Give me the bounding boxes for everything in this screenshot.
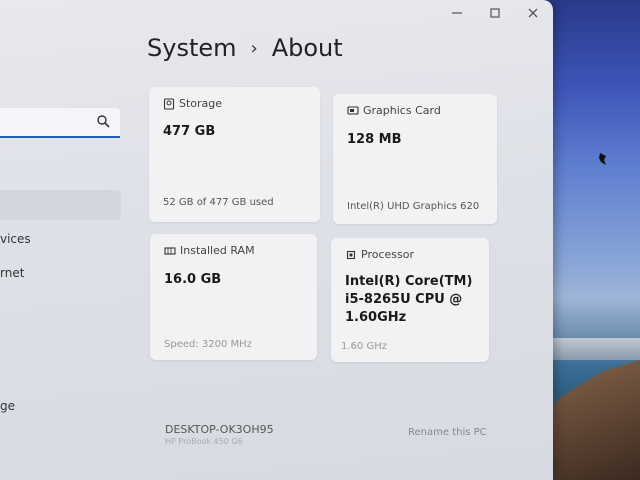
storage-label: Storage [179, 97, 223, 110]
maximize-icon [490, 8, 500, 18]
processor-icon [346, 250, 356, 260]
page-title: About [271, 34, 343, 62]
installed-ram-value: 16.0 GB [164, 272, 222, 287]
graphics-card-label: Graphics Card [363, 104, 441, 117]
graphics-card-value: 128 MB [347, 132, 402, 147]
device-name: DESKTOP-OK3OH95 [165, 423, 274, 436]
sidebar-item-selected[interactable] [0, 190, 121, 220]
storage-card[interactable]: Storage 477 GB 52 GB of 477 GB used [149, 87, 320, 222]
breadcrumb-parent[interactable]: System [147, 34, 237, 62]
sidebar-item-devices[interactable]: vices [0, 232, 31, 246]
breadcrumb-separator: › [250, 37, 258, 59]
close-icon [528, 8, 538, 18]
processor-label: Processor [361, 248, 414, 261]
graphics-card-card[interactable]: Graphics Card 128 MB Intel(R) UHD Graphi… [333, 94, 497, 224]
processor-detail: 1.60 GHz [341, 341, 387, 352]
installed-ram-label: Installed RAM [180, 244, 255, 257]
sidebar-item-internet[interactable]: rnet [0, 266, 24, 280]
processor-value-line-3: 1.60GHz [345, 310, 407, 325]
processor-card[interactable]: Processor Intel(R) Core(TM) i5-8265U CPU… [331, 238, 489, 362]
breadcrumb: System › About [147, 34, 343, 62]
ram-icon [164, 247, 176, 255]
close-button[interactable] [525, 6, 541, 22]
window-controls [449, 6, 541, 22]
processor-value-line-2: i5-8265U CPU @ [345, 292, 463, 307]
sidebar-item-language[interactable]: ge [0, 399, 15, 413]
settings-window: vices rnet ge System › About Storage 477… [0, 0, 553, 480]
storage-icon [163, 98, 175, 110]
installed-ram-detail: Speed: 3200 MHz [164, 339, 252, 350]
rename-pc-button[interactable]: Rename this PC [408, 427, 487, 438]
search-icon [97, 115, 110, 128]
device-model: HP ProBook 450 G6 [165, 437, 243, 446]
bird-icon [599, 153, 606, 165]
installed-ram-card[interactable]: Installed RAM 16.0 GB Speed: 3200 MHz [150, 234, 317, 360]
maximize-button[interactable] [487, 6, 503, 22]
storage-value: 477 GB [163, 124, 216, 139]
graphics-card-detail: Intel(R) UHD Graphics 620 [347, 201, 480, 212]
minimize-button[interactable] [449, 6, 465, 22]
storage-detail: 52 GB of 477 GB used [163, 197, 274, 208]
search-input[interactable] [0, 108, 120, 138]
minimize-icon [452, 12, 462, 14]
processor-value-line-1: Intel(R) Core(TM) [345, 274, 473, 289]
graphics-card-icon [347, 106, 359, 115]
